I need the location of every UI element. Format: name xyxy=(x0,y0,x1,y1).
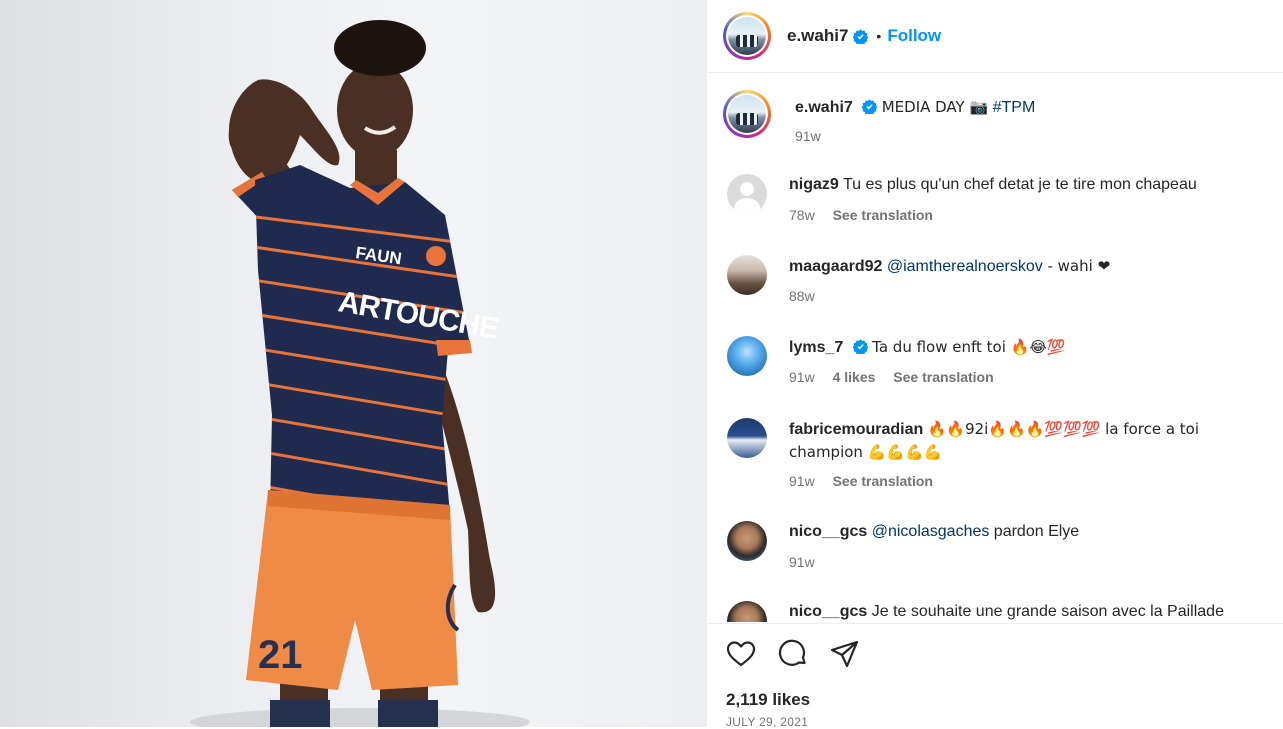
jersey-number: 21 xyxy=(258,633,303,677)
comment-body: Tu es plus qu'un chef detat je te tire m… xyxy=(842,176,1197,193)
caption: e.wahi7 MEDIA DAY 📷 #TPM 91w xyxy=(723,90,1268,150)
caption-body: MEDIA DAY 📷 xyxy=(881,98,989,116)
post-header: e.wahi7 • Follow xyxy=(707,0,1283,73)
comment-age: 88w xyxy=(789,288,815,304)
comment-username[interactable]: lyms_7 xyxy=(789,339,843,356)
see-translation-button[interactable]: See translation xyxy=(833,473,933,489)
follow-button[interactable]: Follow xyxy=(887,26,941,46)
caption-story-ring[interactable] xyxy=(723,90,771,138)
comment-text: nico__gcs Je te souhaite une grande sais… xyxy=(789,601,1259,622)
comment-username[interactable]: nico__gcs xyxy=(789,523,867,540)
comment-avatar[interactable] xyxy=(727,336,767,376)
comment-avatar[interactable] xyxy=(727,255,767,295)
avatar xyxy=(728,17,766,55)
comment-meta: 91w xyxy=(789,554,829,570)
comment-avatar[interactable] xyxy=(727,418,767,458)
verified-icon xyxy=(862,99,878,114)
comment-body: pardon Elye xyxy=(989,523,1080,540)
see-translation-button[interactable]: See translation xyxy=(893,369,993,385)
action-icons xyxy=(725,638,861,670)
mention-link[interactable]: @iamtherealnoerskov xyxy=(887,258,1043,275)
header-username[interactable]: e.wahi7 xyxy=(787,26,848,46)
comment-username[interactable]: nigaz9 xyxy=(789,176,839,193)
separator-dot: • xyxy=(876,28,882,44)
comment-avatar[interactable] xyxy=(727,521,767,561)
comment-meta: 78w See translation xyxy=(789,207,947,223)
comment-text: maagaard92 @iamtherealnoerskov - wahi ❤ xyxy=(789,255,1259,278)
player-illustration: FAUN ARTOUCHE 21 xyxy=(190,20,530,727)
comment-text: fabricemouradian 🔥🔥92i🔥🔥🔥💯💯💯 la force a … xyxy=(789,418,1259,464)
comment-meta: 88w xyxy=(789,288,829,304)
comment-age: 91w xyxy=(789,369,815,385)
verified-icon xyxy=(852,339,868,354)
verified-icon xyxy=(853,28,869,44)
caption-avatar xyxy=(728,95,766,133)
comment-text: nigaz9 Tu es plus qu'un chef detat je te… xyxy=(789,174,1259,196)
see-translation-button[interactable]: See translation xyxy=(833,207,933,223)
comment-age: 91w xyxy=(789,554,815,570)
comment-age: 91w xyxy=(789,473,815,489)
comment-age: 78w xyxy=(789,207,815,223)
caption-text: e.wahi7 MEDIA DAY 📷 #TPM xyxy=(795,96,1265,119)
comment-text: lyms_7 Ta du flow enft toi 🔥😂💯 xyxy=(789,336,1259,359)
post-photo[interactable]: FAUN ARTOUCHE 21 xyxy=(0,0,706,727)
comment-username[interactable]: maagaard92 xyxy=(789,258,882,275)
post-actions: 2,119 likes JULY 29, 2021 xyxy=(707,623,1283,729)
comment-username[interactable]: nico__gcs xyxy=(789,603,867,620)
comment-avatar[interactable] xyxy=(727,174,767,214)
comment-body: Ta du flow enft toi 🔥😂💯 xyxy=(872,338,1066,356)
caption-age: 91w xyxy=(795,128,821,144)
likes-count[interactable]: 2,119 likes xyxy=(726,690,810,710)
comments-list[interactable]: e.wahi7 MEDIA DAY 📷 #TPM 91w nigaz9 Tu e… xyxy=(707,74,1283,622)
caption-username[interactable]: e.wahi7 xyxy=(795,99,853,116)
post-side-panel: e.wahi7 • Follow e.wahi7 MEDIA DAY 📷 #TP… xyxy=(706,0,1283,729)
hashtag-link[interactable]: #TPM xyxy=(993,99,1036,116)
comment-text: nico__gcs @nicolasgaches pardon Elye xyxy=(789,521,1259,543)
comment-body-line2: champion 💪💪💪💪 xyxy=(789,443,943,461)
comment-icon[interactable] xyxy=(777,638,809,670)
instagram-post: FAUN ARTOUCHE 21 e.wahi7 • Follow e.wahi… xyxy=(0,0,1283,729)
comment-body: Je te souhaite une grande saison avec la… xyxy=(871,603,1224,620)
comment-body: - wahi ❤ xyxy=(1042,257,1111,275)
story-ring[interactable] xyxy=(723,12,771,60)
comment-avatar[interactable] xyxy=(727,601,767,622)
share-icon[interactable] xyxy=(829,638,861,670)
heart-icon[interactable] xyxy=(725,638,757,670)
mention-link[interactable]: @nicolasgaches xyxy=(872,523,990,540)
comment-meta: 91w See translation xyxy=(789,473,947,489)
comment-username[interactable]: fabricemouradian xyxy=(789,421,923,438)
caption-meta: 91w xyxy=(795,128,835,144)
comment-meta: 91w 4 likes See translation xyxy=(789,369,1008,385)
comment-body: 🔥🔥92i🔥🔥🔥💯💯💯 la force a toi xyxy=(927,420,1200,438)
comment-likes[interactable]: 4 likes xyxy=(833,369,876,385)
